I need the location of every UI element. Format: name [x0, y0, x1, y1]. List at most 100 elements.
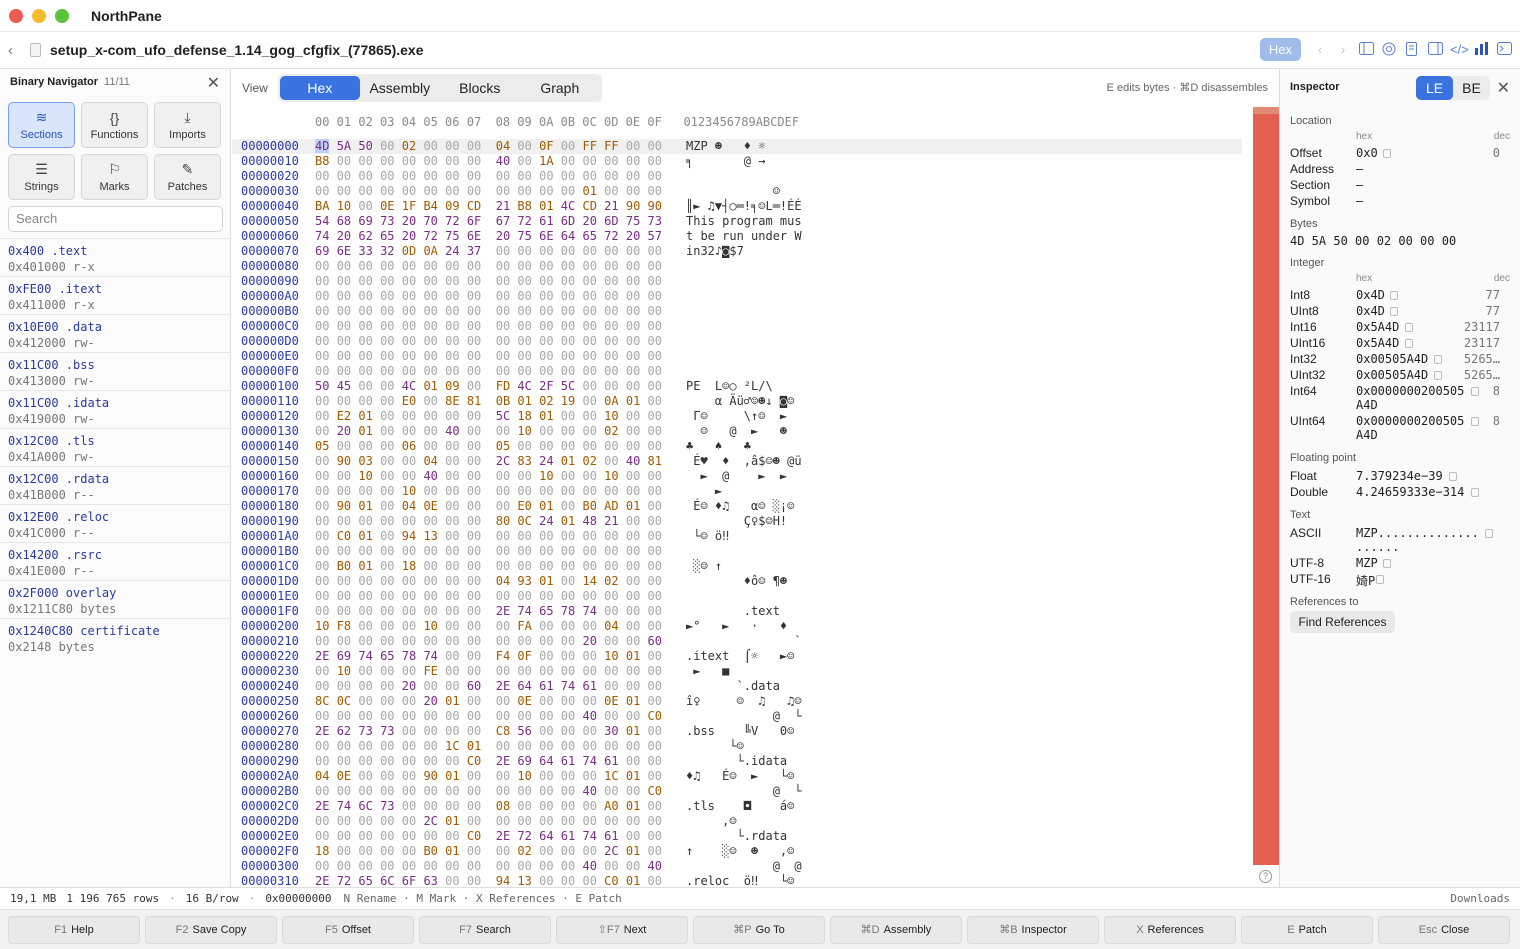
field-value[interactable]: — [1356, 162, 1363, 176]
hex-row[interactable]: 00000240 00 00 00 00 20 00 00 60 2E 64 61… [232, 679, 1242, 694]
row-bytes[interactable]: 00 00 00 00 00 00 00 00 00 00 00 00 00 0… [315, 259, 662, 274]
fn-key-search[interactable]: F7 Search [419, 916, 551, 944]
field-value[interactable]: 0x0 [1356, 146, 1378, 160]
row-bytes[interactable]: 00 00 00 00 00 00 00 00 04 93 01 00 14 0… [315, 574, 662, 589]
row-bytes[interactable]: 00 00 00 00 00 00 00 C0 2E 72 64 61 74 6… [315, 829, 662, 844]
row-bytes[interactable]: 54 68 69 73 20 70 72 6F 67 72 61 6D 20 6… [315, 214, 662, 229]
hex-row[interactable]: 000000B0 00 00 00 00 00 00 00 00 00 00 00… [232, 304, 1242, 319]
section-item[interactable]: 0x12C00 .rdata 0x41B000 r-- [0, 466, 230, 504]
fn-key-save-copy[interactable]: F2 Save Copy [145, 916, 277, 944]
hex-row[interactable]: 000002C0 2E 74 6C 73 00 00 00 00 08 00 00… [232, 799, 1242, 814]
copy-icon[interactable] [1434, 371, 1442, 380]
hex-row[interactable]: 00000300 00 00 00 00 00 00 00 00 00 00 00… [232, 859, 1242, 874]
hex-row[interactable]: 000002F0 18 00 00 00 00 B0 01 00 00 02 00… [232, 844, 1242, 859]
minimize-window-button[interactable] [32, 8, 46, 23]
row-bytes[interactable]: 00 00 00 00 E0 00 8E 81 0B 01 02 19 00 0… [315, 394, 662, 409]
copy-icon[interactable] [1375, 575, 1384, 584]
row-bytes[interactable]: 00 E2 01 00 00 00 00 00 5C 18 01 00 00 1… [315, 409, 662, 424]
code-icon[interactable]: </> [1450, 42, 1469, 58]
hex-row[interactable]: 00000030 00 00 00 00 00 00 00 00 00 00 00… [232, 184, 1242, 199]
row-bytes[interactable]: 00 00 00 00 00 2C 01 00 00 00 00 00 00 0… [315, 814, 662, 829]
hex-row[interactable]: 000000D0 00 00 00 00 00 00 00 00 00 00 00… [232, 334, 1242, 349]
row-bytes[interactable]: 00 00 00 00 10 00 00 00 00 00 00 00 00 0… [315, 484, 662, 499]
sidebar-toggle-icon[interactable] [1358, 41, 1374, 58]
hex-row[interactable]: 00000180 00 90 01 00 04 0E 00 00 00 E0 01… [232, 499, 1242, 514]
fn-key-offset[interactable]: F5 Offset [282, 916, 414, 944]
section-item[interactable]: 0x400 .text 0x401000 r-x [0, 238, 230, 276]
row-bytes[interactable]: 00 00 00 00 00 00 00 00 00 00 00 00 00 0… [315, 544, 662, 559]
tab-hex[interactable]: Hex [279, 76, 360, 100]
copy-icon[interactable] [1404, 339, 1413, 348]
hex-row[interactable]: 000002E0 00 00 00 00 00 00 00 C0 2E 72 64… [232, 829, 1242, 844]
hex-row[interactable]: 00000280 00 00 00 00 00 00 1C 01 00 00 00… [232, 739, 1242, 754]
row-bytes[interactable]: 2E 74 6C 73 00 00 00 00 08 00 00 00 00 A… [315, 799, 662, 814]
field-value[interactable]: 0x00505A4D [1356, 368, 1428, 382]
hex-row[interactable]: 00000130 00 20 01 00 00 00 40 00 00 10 00… [232, 424, 1242, 439]
row-bytes[interactable]: 00 00 00 00 00 00 00 00 00 00 00 00 00 0… [315, 274, 662, 289]
row-bytes[interactable]: 00 C0 01 00 94 13 00 00 00 00 00 00 00 0… [315, 529, 662, 544]
hex-row[interactable]: 000001B0 00 00 00 00 00 00 00 00 00 00 00… [232, 544, 1242, 559]
byte-minimap[interactable] [1253, 107, 1279, 865]
section-item[interactable]: 0xFE00 .itext 0x411000 r-x [0, 276, 230, 314]
row-bytes[interactable]: 00 00 00 00 00 00 00 00 00 00 00 00 00 0… [315, 364, 662, 379]
hex-row[interactable]: 000001E0 00 00 00 00 00 00 00 00 00 00 00… [232, 589, 1242, 604]
row-bytes[interactable]: 74 20 62 65 20 72 75 6E 20 75 6E 64 65 7… [315, 229, 662, 244]
row-bytes[interactable]: 2E 69 74 65 78 74 00 00 F4 0F 00 00 00 1… [315, 649, 662, 664]
target-icon[interactable] [1381, 42, 1397, 58]
hex-row[interactable]: 00000040 BA 10 00 0E 1F B4 09 CD 21 B8 01… [232, 199, 1242, 214]
section-item[interactable]: 0x12E00 .reloc 0x41C000 r-- [0, 504, 230, 542]
hex-row[interactable]: 000001C0 00 B0 01 00 18 00 00 00 00 00 00… [232, 559, 1242, 574]
section-item[interactable]: 0x14200 .rsrc 0x41E000 r-- [0, 542, 230, 580]
field-value[interactable]: 0x4D [1356, 304, 1385, 318]
hex-row[interactable]: 00000170 00 00 00 00 10 00 00 00 00 00 00… [232, 484, 1242, 499]
fn-key-close[interactable]: Esc Close [1378, 916, 1510, 944]
copy-icon[interactable] [1390, 307, 1399, 316]
back-arrow-icon[interactable]: ‹ [8, 42, 24, 59]
tile-patches[interactable]: ✎ Patches [154, 154, 221, 200]
row-bytes[interactable]: 00 00 00 00 20 00 00 60 2E 64 61 74 61 0… [315, 679, 662, 694]
section-item[interactable]: 0x1240C80 certificate 0x2148 bytes [0, 618, 230, 656]
field-value[interactable]: 0x5A4D [1356, 320, 1399, 334]
hex-row[interactable]: 000001A0 00 C0 01 00 94 13 00 00 00 00 00… [232, 529, 1242, 544]
terminal-icon[interactable] [1496, 41, 1512, 58]
row-bytes[interactable]: 00 00 00 00 00 00 00 00 00 00 00 00 40 0… [315, 709, 662, 724]
row-bytes[interactable]: 00 00 00 00 00 00 00 00 00 00 00 00 00 0… [315, 169, 662, 184]
hex-row[interactable]: 00000290 00 00 00 00 00 00 00 C0 2E 69 64… [232, 754, 1242, 769]
hex-row[interactable]: 000000F0 00 00 00 00 00 00 00 00 00 00 00… [232, 364, 1242, 379]
row-bytes[interactable]: 00 00 00 00 00 00 00 00 00 00 00 00 00 0… [315, 334, 662, 349]
tile-strings[interactable]: ☰ Strings [8, 154, 75, 200]
hex-row[interactable]: 00000120 00 E2 01 00 00 00 00 00 5C 18 01… [232, 409, 1242, 424]
tile-marks[interactable]: ⚐ Marks [81, 154, 148, 200]
row-bytes[interactable]: 10 F8 00 00 00 10 00 00 00 FA 00 00 00 0… [315, 619, 662, 634]
hex-row[interactable]: 00000080 00 00 00 00 00 00 00 00 00 00 00… [232, 259, 1242, 274]
close-window-button[interactable] [9, 8, 23, 23]
hex-row[interactable]: 000002D0 00 00 00 00 00 2C 01 00 00 00 00… [232, 814, 1242, 829]
row-bytes[interactable]: 00 00 00 00 00 00 00 00 80 0C 24 01 48 2… [315, 514, 662, 529]
hex-row[interactable]: 00000210 00 00 00 00 00 00 00 00 00 00 00… [232, 634, 1242, 649]
inspector-toggle-icon[interactable] [1427, 41, 1443, 58]
copy-icon[interactable] [1382, 149, 1391, 158]
copy-icon[interactable] [1382, 559, 1391, 568]
close-icon[interactable]: ✕ [207, 73, 220, 93]
section-item[interactable]: 0x2F000 overlay 0x1211C80 bytes [0, 580, 230, 618]
hex-row[interactable]: 00000200 10 F8 00 00 00 10 00 00 00 FA 00… [232, 619, 1242, 634]
row-bytes[interactable]: 00 00 00 00 00 00 00 00 00 00 00 00 40 0… [315, 859, 662, 874]
hex-row[interactable]: 000001D0 00 00 00 00 00 00 00 00 04 93 01… [232, 574, 1242, 589]
zoom-window-button[interactable] [55, 8, 69, 23]
hex-row[interactable]: 000000A0 00 00 00 00 00 00 00 00 00 00 00… [232, 289, 1242, 304]
section-item[interactable]: 0x10E00 .data 0x412000 rw- [0, 314, 230, 352]
copy-icon[interactable] [1470, 488, 1479, 497]
hex-row[interactable]: 00000070 69 6E 33 32 0D 0A 24 37 00 00 00… [232, 244, 1242, 259]
field-value[interactable]: 0x00505A4D [1356, 352, 1428, 366]
hex-row[interactable]: 00000190 00 00 00 00 00 00 00 00 80 0C 24… [232, 514, 1242, 529]
copy-icon[interactable] [1390, 291, 1399, 300]
hex-row[interactable]: 00000250 8C 0C 00 00 00 20 01 00 00 0E 00… [232, 694, 1242, 709]
tab-blocks[interactable]: Blocks [440, 76, 520, 100]
hex-mode-pill[interactable]: Hex [1259, 38, 1301, 61]
hex-row[interactable]: 000002B0 00 00 00 00 00 00 00 00 00 00 00… [232, 784, 1242, 799]
hex-row[interactable]: 000002A0 04 0E 00 00 00 90 01 00 00 10 00… [232, 769, 1242, 784]
row-bytes[interactable]: 69 6E 33 32 0D 0A 24 37 00 00 00 00 00 0… [315, 244, 662, 259]
copy-icon[interactable] [1485, 529, 1494, 538]
hex-row[interactable]: 00000020 00 00 00 00 00 00 00 00 00 00 00… [232, 169, 1242, 184]
help-icon[interactable]: ? [1259, 870, 1272, 883]
